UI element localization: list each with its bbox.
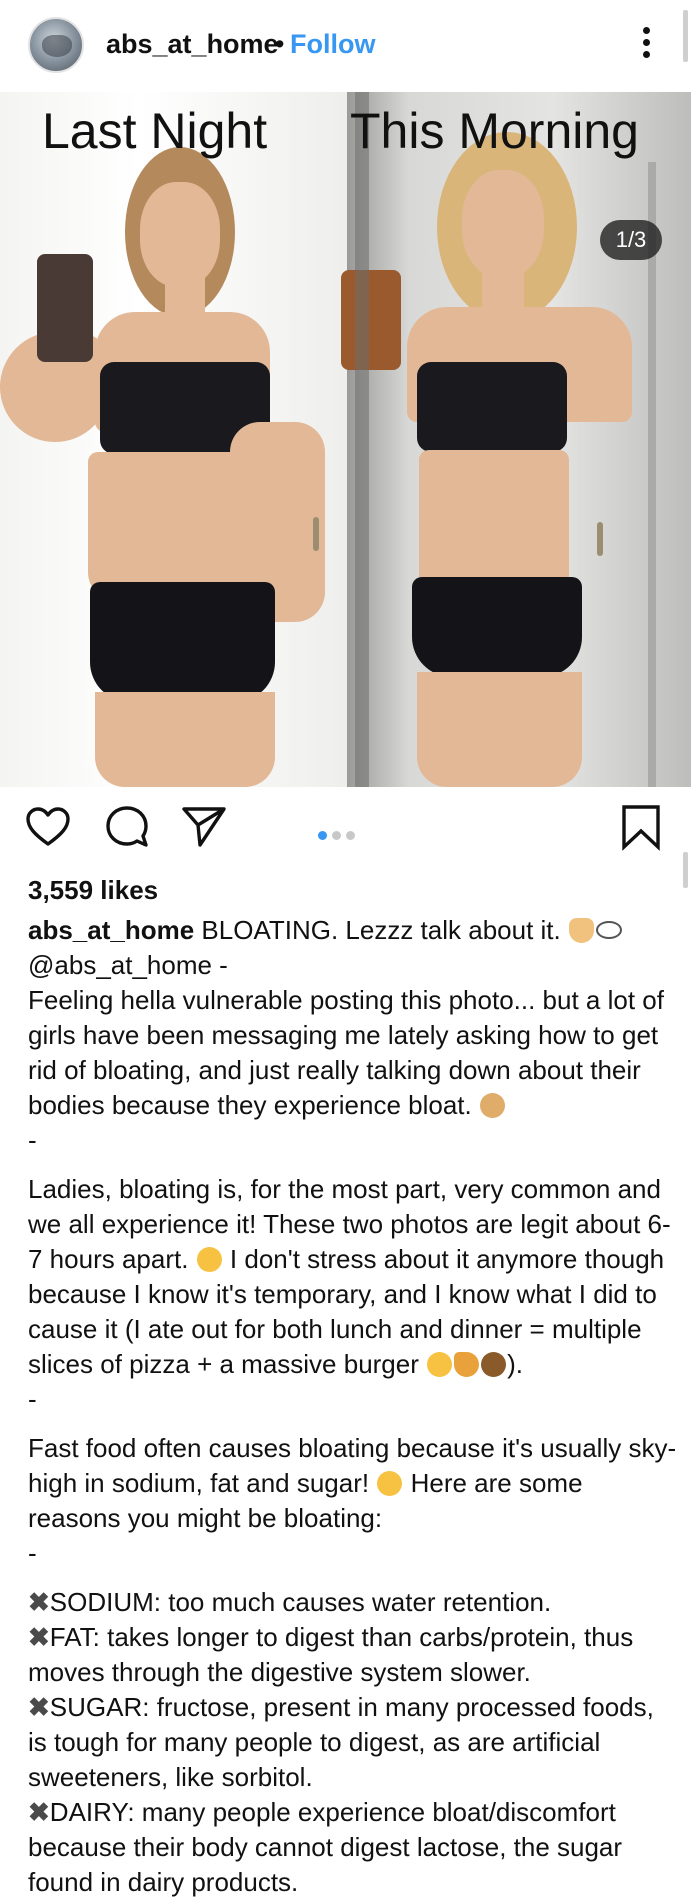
avatar[interactable] (28, 17, 84, 73)
follow-button[interactable]: Follow (290, 29, 375, 60)
before-photo (0, 92, 347, 787)
comment-icon[interactable] (104, 803, 150, 851)
separator-3: - (28, 1538, 37, 1568)
reason-sodium: SODIUM: too much causes water retention. (49, 1587, 552, 1617)
x-mark-icon: ✖ (28, 1587, 50, 1617)
caption: abs_at_home BLOATING. Lezzz talk about i… (28, 913, 678, 1900)
x-mark-icon: ✖ (28, 1797, 50, 1827)
burger-emoji-icon (481, 1352, 507, 1377)
woman-emoji-icon (480, 1093, 505, 1118)
grin-emoji-icon (427, 1352, 453, 1377)
separator-1: - (28, 1125, 37, 1155)
likes-count[interactable]: 3,559 likes (28, 875, 158, 906)
pizza-emoji-icon (454, 1352, 480, 1377)
before-label: Last Night (42, 103, 268, 159)
action-bar (0, 787, 691, 877)
hand-emoji-icon (568, 918, 594, 943)
eyes-emoji-icon (595, 921, 622, 939)
scrollbar-thumb-secondary[interactable] (683, 852, 688, 888)
username[interactable]: abs_at_home (106, 29, 279, 60)
reason-fat: FAT: takes longer to digest than carbs/p… (28, 1622, 634, 1687)
separator-2: - (28, 1384, 37, 1414)
more-options-icon[interactable] (636, 22, 656, 68)
share-icon[interactable] (180, 803, 228, 851)
mention-link[interactable]: @abs_at_home - (28, 948, 678, 983)
caption-headline: BLOATING. Lezzz talk about it. (201, 915, 561, 945)
caption-paragraph-2c: ). (507, 1349, 524, 1379)
carousel-indicator (318, 827, 360, 845)
astonished-emoji-icon (377, 1471, 403, 1496)
x-mark-icon: ✖ (28, 1622, 50, 1652)
flushed-emoji-icon (196, 1247, 222, 1272)
post-image[interactable]: Last Night This Morning 1/3 (0, 92, 691, 787)
x-mark-icon: ✖ (28, 1692, 50, 1722)
bookmark-icon[interactable] (620, 803, 662, 851)
caption-username[interactable]: abs_at_home (28, 915, 194, 945)
separator-dot: • (275, 29, 285, 59)
reason-dairy: DAIRY: many people experience bloat/disc… (28, 1797, 623, 1897)
caption-paragraph-1: Feeling hella vulnerable posting this ph… (28, 985, 664, 1120)
after-photo (341, 92, 691, 787)
image-counter: 1/3 (600, 220, 662, 260)
scrollbar-thumb[interactable] (683, 10, 688, 62)
after-label: This Morning (350, 103, 639, 159)
reason-sugar: SUGAR: fructose, present in many process… (28, 1692, 654, 1792)
post-header: abs_at_home • Follow (0, 0, 691, 92)
heart-icon[interactable] (24, 803, 72, 851)
